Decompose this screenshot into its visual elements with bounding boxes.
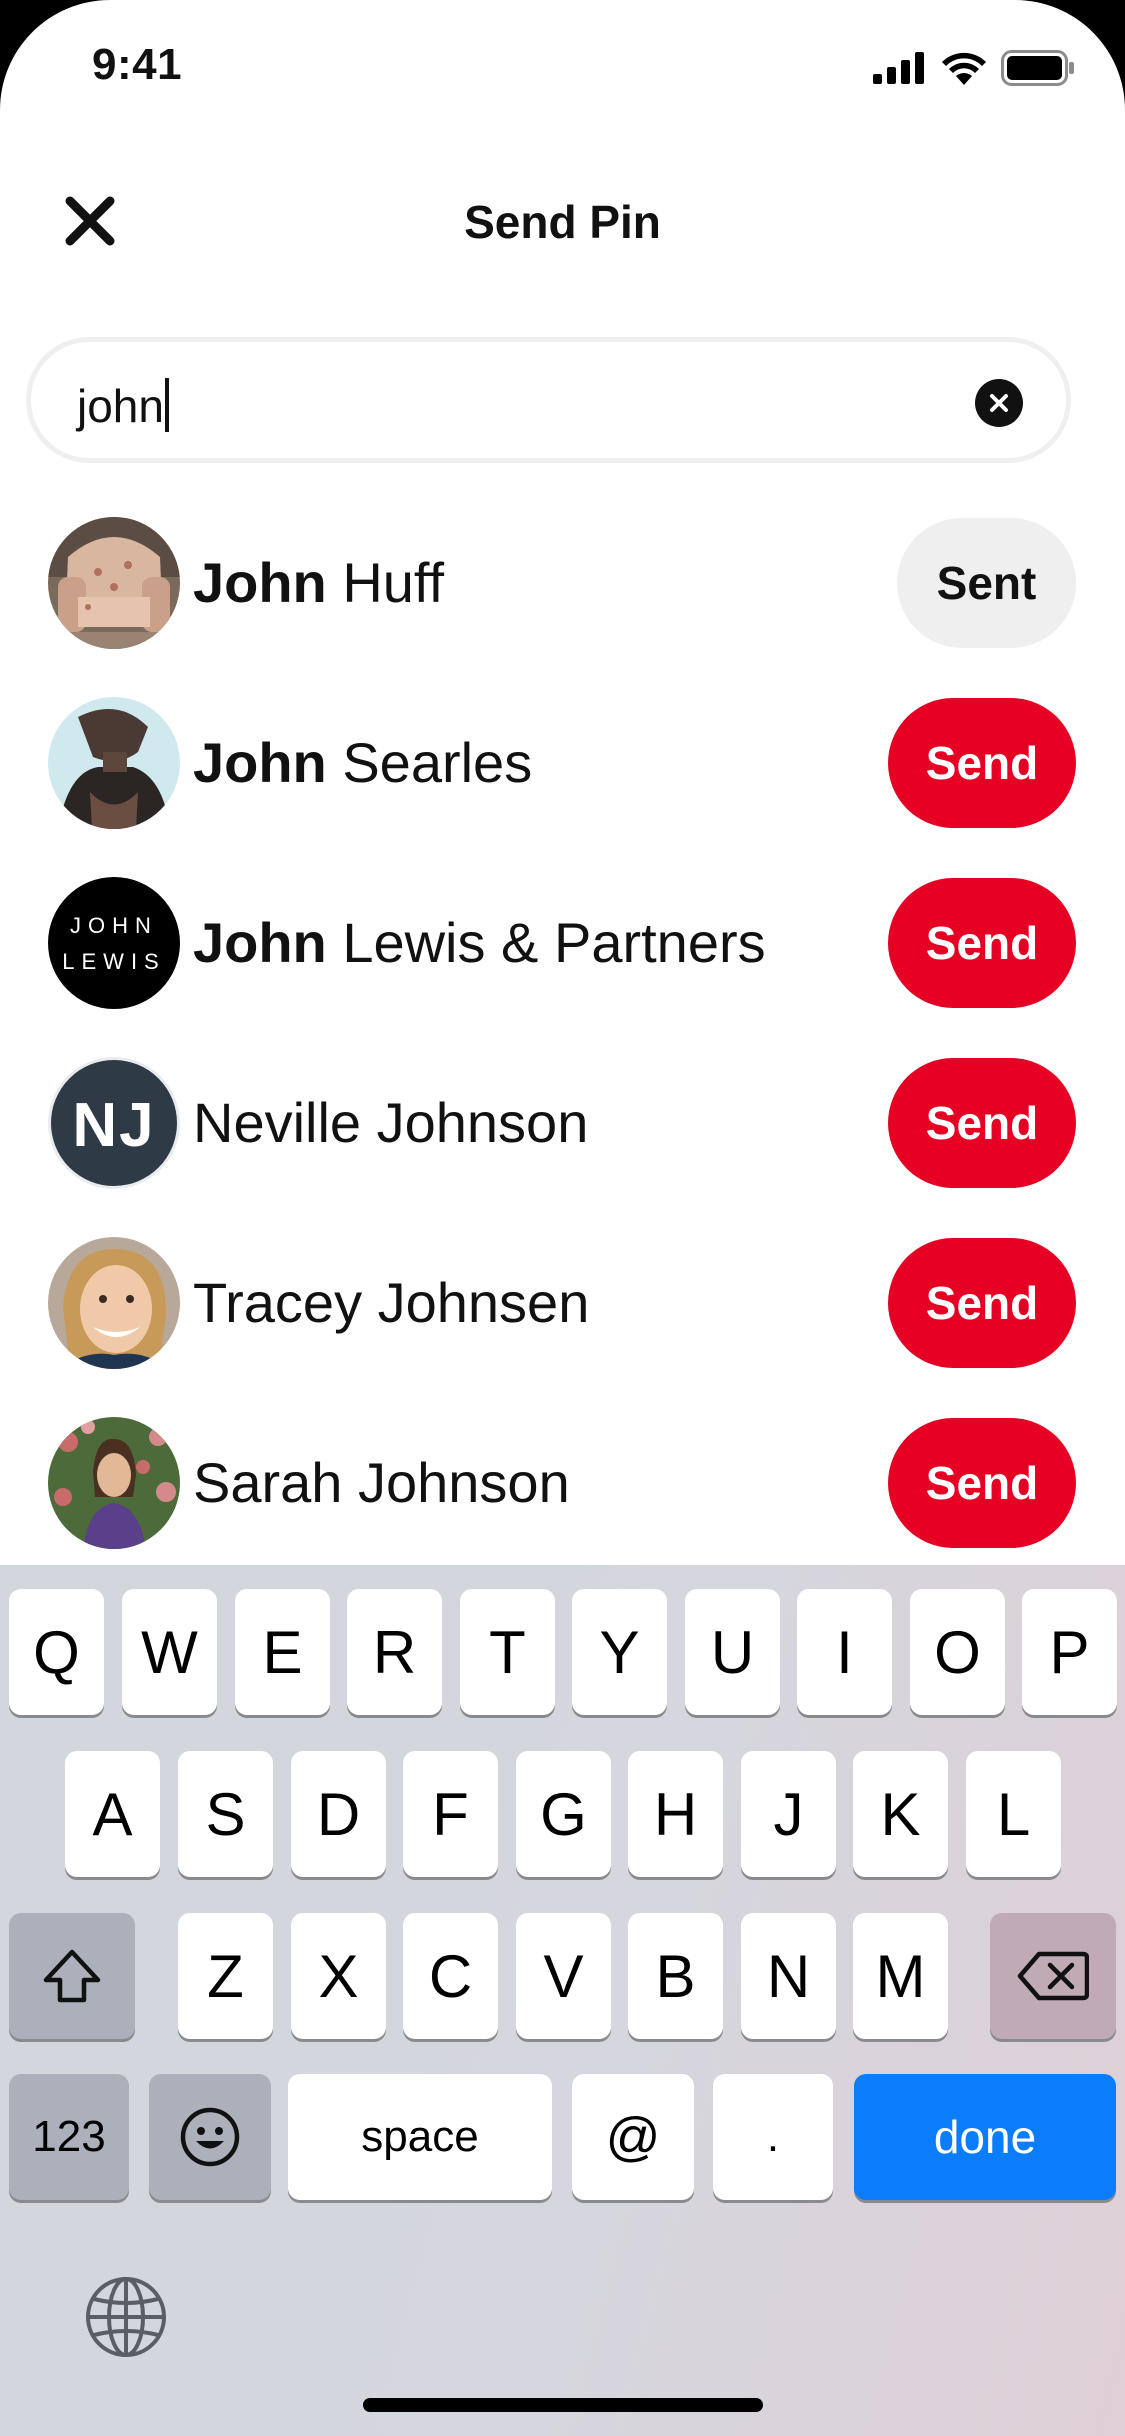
avatar (48, 1237, 180, 1369)
key-y[interactable]: Y (572, 1589, 667, 1715)
shift-key[interactable] (9, 1913, 135, 2039)
search-input[interactable]: john (77, 378, 169, 433)
contact-name: Neville Johnson (193, 1090, 588, 1155)
key-h[interactable]: H (628, 1751, 723, 1877)
keyboard: Q W E R T Y U I O P A S D F G H J K L Z … (0, 1565, 1125, 2436)
battery-icon (1001, 50, 1074, 86)
contact-name-match: John (193, 551, 327, 614)
period-key[interactable]: . (713, 2074, 833, 2200)
status-bar: 9:41 (0, 0, 1125, 140)
at-key[interactable]: @ (572, 2074, 694, 2200)
avatar-logo-line-2: LEWIS (62, 949, 166, 974)
contact-name-rest: Lewis & Partners (326, 911, 766, 974)
key-b[interactable]: B (628, 1913, 723, 2039)
send-button[interactable]: Send (888, 698, 1076, 828)
header: Send Pin (0, 175, 1125, 271)
contact-name-rest: Neville Johnson (193, 1091, 589, 1154)
key-i[interactable]: I (797, 1589, 892, 1715)
contact-name-match: John (193, 731, 327, 794)
avatar (48, 1417, 180, 1549)
clear-icon (990, 394, 1008, 412)
signal-icon (873, 52, 924, 84)
contact-name: John Huff (193, 550, 444, 615)
backspace-key[interactable] (990, 1913, 1116, 2039)
key-k[interactable]: K (853, 1751, 948, 1877)
key-e[interactable]: E (235, 1589, 330, 1715)
avatar-logo-line-1: JOHN (70, 913, 158, 938)
send-button[interactable]: Send (888, 1418, 1076, 1548)
shift-icon (43, 1949, 101, 2003)
list-item[interactable]: John Searles Send (0, 690, 1125, 850)
numbers-key[interactable]: 123 (9, 2074, 129, 2200)
key-p[interactable]: P (1022, 1589, 1117, 1715)
key-t[interactable]: T (460, 1589, 555, 1715)
key-j[interactable]: J (741, 1751, 836, 1877)
search-box[interactable]: john (26, 337, 1071, 463)
emoji-key[interactable] (149, 2074, 271, 2200)
globe-icon (86, 2277, 166, 2357)
key-u[interactable]: U (685, 1589, 780, 1715)
key-a[interactable]: A (65, 1751, 160, 1877)
key-n[interactable]: N (741, 1913, 836, 2039)
list-item[interactable]: Sarah Johnson Send (0, 1410, 1125, 1570)
backspace-icon (1017, 1951, 1089, 2001)
key-v[interactable]: V (516, 1913, 611, 2039)
done-key[interactable]: done (854, 2074, 1116, 2200)
list-item[interactable]: John Huff Sent (0, 510, 1125, 670)
key-l[interactable]: L (966, 1751, 1061, 1877)
key-r[interactable]: R (347, 1589, 442, 1715)
key-z[interactable]: Z (178, 1913, 273, 2039)
space-key[interactable]: space (288, 2074, 552, 2200)
avatar-initials: NJ (72, 1091, 156, 1160)
list-item[interactable]: JOHN LEWIS John Lewis & Partners Send (0, 870, 1125, 1030)
contact-name-rest: Tracey Johnsen (193, 1271, 590, 1334)
key-m[interactable]: M (853, 1913, 948, 2039)
home-indicator (363, 2398, 763, 2412)
avatar (48, 517, 180, 649)
screen: 9:41 Send Pin john John Huff Sent John S… (0, 0, 1125, 2436)
send-button[interactable]: Send (888, 1238, 1076, 1368)
key-s[interactable]: S (178, 1751, 273, 1877)
list-item[interactable]: NJ Neville Johnson Send (0, 1050, 1125, 1210)
status-time: 9:41 (92, 40, 183, 89)
search-input-value: john (77, 380, 164, 432)
key-x[interactable]: X (291, 1913, 386, 2039)
contact-name-rest: Searles (326, 731, 533, 794)
wifi-icon (942, 52, 986, 85)
avatar (48, 697, 180, 829)
page-title: Send Pin (464, 196, 661, 248)
key-c[interactable]: C (403, 1913, 498, 2039)
contact-name: John Searles (193, 730, 532, 795)
contact-name: Tracey Johnsen (193, 1270, 589, 1335)
key-f[interactable]: F (403, 1751, 498, 1877)
send-button[interactable]: Send (888, 878, 1076, 1008)
contact-name-match: John (193, 911, 327, 974)
text-caret (164, 378, 169, 432)
contact-name: John Lewis & Partners (193, 910, 766, 975)
key-d[interactable]: D (291, 1751, 386, 1877)
contact-name-rest: Sarah Johnson (193, 1451, 570, 1514)
contact-name: Sarah Johnson (193, 1450, 570, 1515)
sent-button[interactable]: Sent (897, 518, 1076, 648)
globe-button[interactable] (84, 2275, 168, 2359)
contact-name-rest: Huff (326, 551, 445, 614)
list-item[interactable]: Tracey Johnsen Send (0, 1230, 1125, 1390)
emoji-icon (180, 2107, 240, 2167)
clear-search-button[interactable] (975, 379, 1023, 427)
avatar: NJ (48, 1057, 180, 1189)
avatar: JOHN LEWIS (48, 877, 180, 1009)
status-icons (873, 50, 1075, 86)
key-w[interactable]: W (122, 1589, 217, 1715)
key-q[interactable]: Q (9, 1589, 104, 1715)
key-g[interactable]: G (516, 1751, 611, 1877)
send-button[interactable]: Send (888, 1058, 1076, 1188)
key-o[interactable]: O (910, 1589, 1005, 1715)
